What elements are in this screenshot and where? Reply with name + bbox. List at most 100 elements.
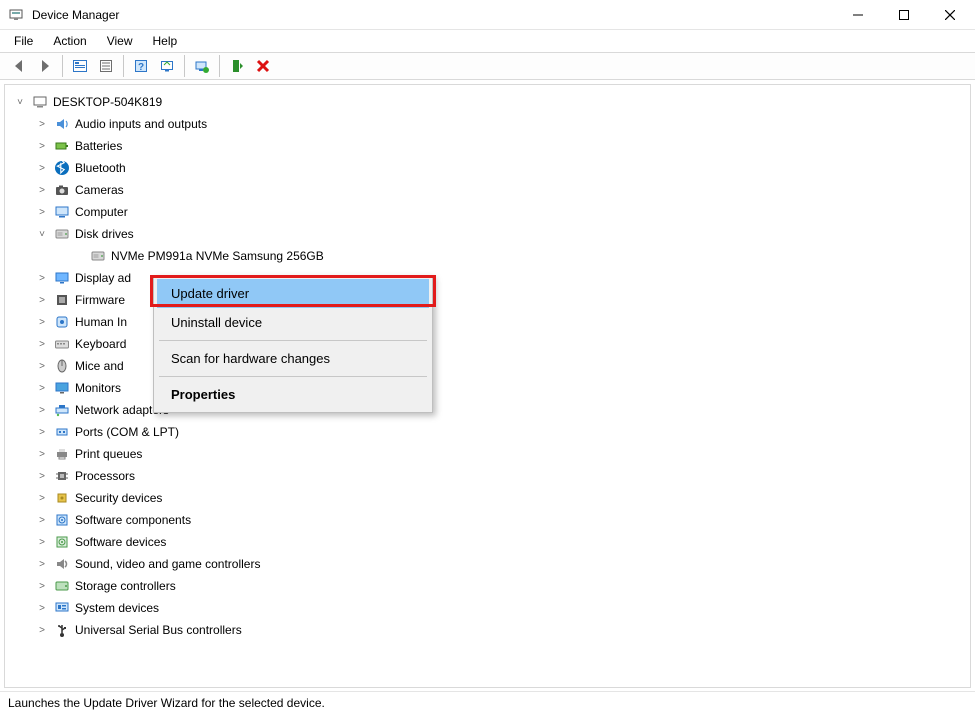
menu-action[interactable]: Action bbox=[43, 32, 96, 50]
expander-icon[interactable]: ˃ bbox=[35, 117, 49, 131]
forward-button[interactable] bbox=[34, 55, 56, 77]
tree-category[interactable]: ˃Audio inputs and outputs bbox=[9, 113, 966, 135]
tree-category[interactable]: ˃Security devices bbox=[9, 487, 966, 509]
title-bar: Device Manager bbox=[0, 0, 975, 30]
battery-icon bbox=[53, 137, 71, 155]
context-menu-separator bbox=[159, 340, 427, 341]
expander-icon[interactable]: ˃ bbox=[35, 513, 49, 527]
expander-icon[interactable]: ˃ bbox=[35, 601, 49, 615]
cpu-icon bbox=[53, 467, 71, 485]
tree-category[interactable]: ˃ Software devices bbox=[9, 531, 966, 553]
tree-category-label: Bluetooth bbox=[75, 161, 126, 175]
bluetooth-icon bbox=[53, 159, 71, 177]
menu-help[interactable]: Help bbox=[143, 32, 188, 50]
monitor-icon bbox=[53, 379, 71, 397]
help-button[interactable]: ? bbox=[130, 55, 152, 77]
expander-icon[interactable]: ˃ bbox=[35, 469, 49, 483]
computer-icon bbox=[53, 203, 71, 221]
tree-category[interactable]: ˃Print queues bbox=[9, 443, 966, 465]
tree-category-label: Software components bbox=[75, 513, 191, 527]
context-menu-item[interactable]: Properties bbox=[157, 380, 429, 409]
toolbar-separator bbox=[62, 55, 63, 77]
swdev-icon bbox=[53, 533, 71, 551]
maximize-button[interactable] bbox=[881, 0, 927, 30]
uninstall-device-button[interactable] bbox=[252, 55, 274, 77]
context-menu-item[interactable]: Uninstall device bbox=[157, 308, 429, 337]
tree-category[interactable]: ˃ Ports (COM & LPT) bbox=[9, 421, 966, 443]
tree-category[interactable]: ˃ Bluetooth bbox=[9, 157, 966, 179]
expander-icon[interactable]: ˃ bbox=[35, 359, 49, 373]
expander-icon[interactable]: ˃ bbox=[35, 337, 49, 351]
tree-category[interactable]: ˅Disk drives bbox=[9, 223, 966, 245]
context-menu-item[interactable]: Scan for hardware changes bbox=[157, 344, 429, 373]
expander-icon[interactable]: ˅ bbox=[13, 95, 27, 109]
tree-category-label: Ports (COM & LPT) bbox=[75, 425, 179, 439]
tree-category-label: System devices bbox=[75, 601, 159, 615]
context-menu: Update driverUninstall device Scan for ha… bbox=[153, 275, 433, 413]
expander-icon[interactable]: ˃ bbox=[35, 183, 49, 197]
tool-bar: ? bbox=[0, 52, 975, 80]
expander-icon[interactable]: ˃ bbox=[35, 161, 49, 175]
expander-icon[interactable]: ˃ bbox=[35, 491, 49, 505]
tree-category[interactable]: ˃ System devices bbox=[9, 597, 966, 619]
tree-category-label: Cameras bbox=[75, 183, 124, 197]
app-icon bbox=[8, 7, 24, 23]
tree-root-label: DESKTOP-504K819 bbox=[53, 95, 162, 109]
minimize-button[interactable] bbox=[835, 0, 881, 30]
expander-icon[interactable]: ˃ bbox=[35, 403, 49, 417]
expander-icon[interactable]: ˃ bbox=[35, 205, 49, 219]
tree-device[interactable]: NVMe PM991a NVMe Samsung 256GB bbox=[9, 245, 966, 267]
expander-icon[interactable]: ˅ bbox=[35, 227, 49, 241]
status-text: Launches the Update Driver Wizard for th… bbox=[8, 696, 325, 710]
camera-icon bbox=[53, 181, 71, 199]
close-button[interactable] bbox=[927, 0, 973, 30]
tree-category-label: Display ad bbox=[75, 271, 131, 285]
device-tree[interactable]: ˅ DESKTOP-504K819 ˃Audio inputs and output… bbox=[4, 84, 971, 688]
scan-hardware-button[interactable] bbox=[156, 55, 178, 77]
expander-icon[interactable]: ˃ bbox=[35, 139, 49, 153]
menu-file[interactable]: File bbox=[4, 32, 43, 50]
tree-category-label: Batteries bbox=[75, 139, 122, 153]
tree-category[interactable]: ˃Processors bbox=[9, 465, 966, 487]
expander-icon[interactable]: ˃ bbox=[35, 271, 49, 285]
firmware-icon bbox=[53, 291, 71, 309]
tree-root[interactable]: ˅ DESKTOP-504K819 bbox=[9, 91, 966, 113]
expander-icon[interactable]: ˃ bbox=[35, 447, 49, 461]
display-icon bbox=[53, 269, 71, 287]
tree-category-label: Monitors bbox=[75, 381, 121, 395]
tree-category-label: Software devices bbox=[75, 535, 166, 549]
tree-category[interactable]: ˃ Batteries bbox=[9, 135, 966, 157]
expander-icon[interactable]: ˃ bbox=[35, 315, 49, 329]
tree-category[interactable]: ˃ Cameras bbox=[9, 179, 966, 201]
expander-icon[interactable]: ˃ bbox=[35, 557, 49, 571]
tree-device-label: NVMe PM991a NVMe Samsung 256GB bbox=[111, 249, 324, 263]
expander-icon[interactable]: ˃ bbox=[35, 381, 49, 395]
back-button[interactable] bbox=[8, 55, 30, 77]
tree-category-label: Storage controllers bbox=[75, 579, 176, 593]
sound-icon bbox=[53, 555, 71, 573]
properties-button[interactable] bbox=[95, 55, 117, 77]
toolbar-separator bbox=[219, 55, 220, 77]
expander-icon[interactable]: ˃ bbox=[35, 623, 49, 637]
expander-icon[interactable]: ˃ bbox=[35, 293, 49, 307]
swcomp-icon bbox=[53, 511, 71, 529]
expander-icon[interactable]: ˃ bbox=[35, 579, 49, 593]
tree-category-label: Mice and bbox=[75, 359, 124, 373]
show-hidden-button[interactable] bbox=[69, 55, 91, 77]
keyboard-icon bbox=[53, 335, 71, 353]
menu-view[interactable]: View bbox=[97, 32, 143, 50]
tree-category[interactable]: ˃ Storage controllers bbox=[9, 575, 966, 597]
tree-category-label: Human In bbox=[75, 315, 127, 329]
update-driver-button[interactable] bbox=[191, 55, 213, 77]
enable-device-button[interactable] bbox=[226, 55, 248, 77]
context-menu-item[interactable]: Update driver bbox=[157, 279, 429, 308]
tree-category[interactable]: ˃ Software components bbox=[9, 509, 966, 531]
tree-category[interactable]: ˃ Universal Serial Bus controllers bbox=[9, 619, 966, 641]
computer-icon bbox=[31, 93, 49, 111]
tree-category[interactable]: ˃Computer bbox=[9, 201, 966, 223]
expander-icon[interactable]: ˃ bbox=[35, 425, 49, 439]
tree-category-label: Universal Serial Bus controllers bbox=[75, 623, 242, 637]
window-controls bbox=[835, 0, 973, 30]
tree-category[interactable]: ˃Sound, video and game controllers bbox=[9, 553, 966, 575]
expander-icon[interactable]: ˃ bbox=[35, 535, 49, 549]
